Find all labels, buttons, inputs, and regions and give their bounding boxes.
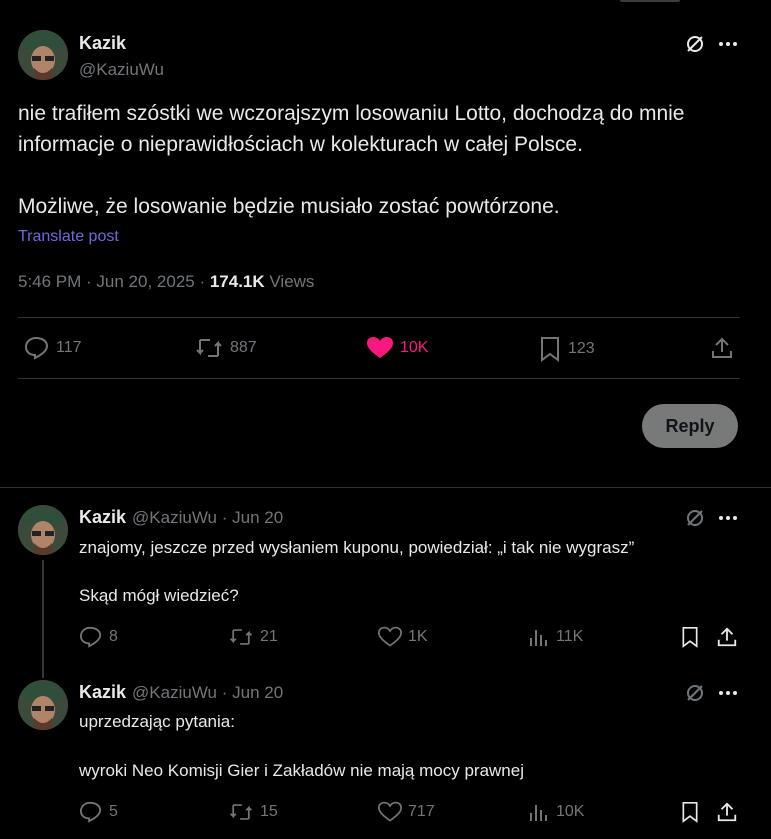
reply-action[interactable]: 117 (24, 336, 82, 360)
share-action[interactable] (710, 336, 740, 360)
share-icon (717, 802, 737, 822)
grok-icon[interactable] (684, 682, 706, 704)
reply-header: Kazik @KaziuWu · Jun 20 (79, 507, 283, 528)
views-action[interactable]: 11K (528, 626, 583, 648)
bookmark-icon (682, 627, 698, 648)
repost-count: 21 (260, 628, 278, 645)
avatar[interactable] (18, 505, 68, 555)
heart-icon (367, 337, 393, 358)
heart-icon (378, 626, 402, 647)
repost-count: 15 (260, 803, 278, 820)
reply-button[interactable]: Reply (642, 404, 738, 448)
divider (0, 487, 771, 488)
reply-text-line: znajomy, jeszcze przed wysłaniem kuponu,… (79, 538, 635, 557)
grok-icon[interactable] (684, 507, 706, 529)
avatar-image (18, 505, 68, 555)
repost-icon (229, 629, 253, 645)
grok-icon[interactable] (684, 33, 706, 55)
share-action[interactable] (716, 801, 744, 823)
views-count: 10K (556, 803, 585, 820)
post-text: nie trafiłem szóstki we wczorajszym loso… (18, 98, 748, 222)
like-count: 1K (408, 628, 428, 645)
bookmark-icon (541, 337, 559, 362)
bookmark-count: 123 (568, 340, 595, 357)
share-icon (712, 337, 732, 358)
views-label: Views (264, 272, 315, 291)
bookmark-action[interactable] (680, 626, 706, 648)
reply-header: Kazik @KaziuWu · Jun 20 (79, 682, 283, 703)
more-options-icon[interactable] (716, 33, 740, 55)
top-scroll-indicator (620, 0, 680, 2)
share-icon (717, 627, 737, 647)
author-handle-and-date[interactable]: @KaziuWu · Jun 20 (132, 683, 283, 703)
author-name[interactable]: Kazik (79, 682, 126, 703)
repost-action[interactable]: 15 (228, 801, 278, 823)
reply-icon (79, 626, 102, 648)
avatar-image (18, 30, 68, 80)
repost-count: 887 (230, 339, 257, 356)
views-action[interactable]: 10K (528, 801, 584, 823)
more-options-icon[interactable] (716, 682, 740, 704)
post-text-line: Możliwe, że losowanie będzie musiało zos… (18, 195, 560, 218)
reply-action[interactable]: 5 (79, 801, 118, 823)
repost-action[interactable]: 887 (194, 336, 257, 360)
divider (18, 317, 740, 318)
avatar-image (18, 680, 68, 730)
avatar[interactable] (18, 30, 68, 80)
views-count: 174.1K (209, 272, 265, 291)
reply-action[interactable]: 8 (79, 626, 118, 648)
divider (18, 378, 740, 379)
thread-connector-line (42, 560, 44, 678)
heart-icon (378, 801, 402, 822)
avatar[interactable] (18, 680, 68, 730)
repost-icon (196, 339, 222, 357)
bookmark-action[interactable] (680, 801, 706, 823)
reply-text-line: Skąd mógł wiedzieć? (79, 586, 239, 605)
reply-icon (24, 336, 49, 360)
analytics-icon (530, 805, 547, 821)
like-action[interactable]: 717 (378, 801, 435, 823)
share-action[interactable] (716, 626, 744, 648)
like-action[interactable]: 1K (378, 626, 428, 648)
like-action[interactable]: 10K (366, 336, 428, 360)
translate-post-link[interactable]: Translate post (18, 228, 119, 246)
like-count: 717 (408, 803, 435, 820)
author-handle-and-date[interactable]: @KaziuWu · Jun 20 (132, 508, 283, 528)
bookmark-action[interactable]: 123 (538, 336, 595, 362)
reply-count: 8 (109, 628, 118, 645)
author-name[interactable]: Kazik (79, 33, 126, 54)
like-count: 10K (400, 339, 429, 356)
repost-icon (229, 804, 253, 820)
reply-text-line: wyroki Neo Komisji Gier i Zakładów nie m… (79, 761, 524, 780)
reply-composer-input[interactable] (18, 402, 618, 442)
reply-count: 117 (56, 339, 82, 356)
more-options-icon[interactable] (716, 507, 740, 529)
reply-icon (79, 801, 102, 823)
reply-text-line: uprzedzając pytania: (79, 712, 235, 731)
reply-count: 5 (109, 803, 118, 820)
author-name[interactable]: Kazik (79, 507, 126, 528)
post-text-line: informacje o nieprawidłościach w kolektu… (18, 133, 583, 156)
post-timestamp[interactable]: 5:46 PM · Jun 20, 2025 · (18, 272, 210, 291)
analytics-icon (530, 630, 547, 646)
post-text-line: nie trafiłem szóstki we wczorajszym loso… (18, 102, 685, 125)
views-count: 11K (556, 628, 584, 645)
post-meta: 5:46 PM · Jun 20, 2025 · 174.1K Views (18, 272, 314, 292)
author-handle[interactable]: @KaziuWu (79, 60, 164, 80)
bookmark-icon (682, 802, 698, 823)
repost-action[interactable]: 21 (228, 626, 278, 648)
